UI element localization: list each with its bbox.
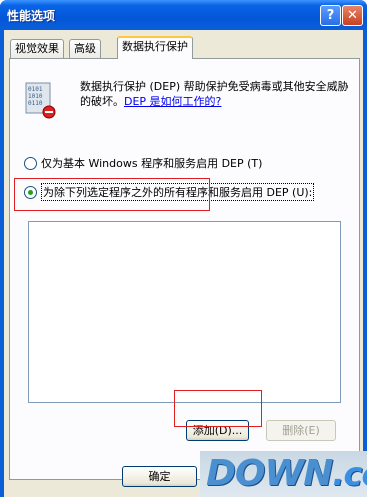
title-bar[interactable]: 性能选项 ? ✕ xyxy=(0,0,367,30)
window-title: 性能选项 xyxy=(7,9,56,23)
window-frame: 性能选项 ? ✕ 视觉效果 高级 数据执行保护 0101 1010 0110 数… xyxy=(0,0,367,497)
radio-essential-label[interactable]: 仅为基本 Windows 程序和服务启用 DEP (T) xyxy=(41,155,262,171)
help-button[interactable]: ? xyxy=(320,5,341,26)
svg-text:0110: 0110 xyxy=(28,100,43,107)
dialog-client: 视觉效果 高级 数据执行保护 0101 1010 0110 数据执行保护 (DE… xyxy=(4,30,363,497)
tab-advanced[interactable]: 高级 xyxy=(69,39,101,58)
dep-shield-icon: 0101 1010 0110 xyxy=(25,82,56,119)
dep-help-link[interactable]: DEP 是如何工作的? xyxy=(124,95,221,108)
site-watermark: DOWN.cc xyxy=(200,451,367,497)
svg-text:0101: 0101 xyxy=(28,86,43,93)
dep-description: 数据执行保护 (DEP) 帮助保护免受病毒或其他安全威胁的破坏。DEP 是如何工… xyxy=(80,79,352,109)
watermark-logo: DOWN.cc xyxy=(206,453,367,494)
exception-program-list[interactable] xyxy=(28,221,341,403)
tab-page-dep: 0101 1010 0110 数据执行保护 (DEP) 帮助保护免受病毒或其他安… xyxy=(9,58,360,480)
radio-essential-indicator[interactable] xyxy=(24,156,37,170)
remove-button[interactable]: 删除(E) xyxy=(266,420,336,441)
watermark-suffix: .cc xyxy=(332,455,367,493)
highlight-box-option xyxy=(14,178,210,211)
tab-dep[interactable]: 数据执行保护 xyxy=(117,36,193,59)
ok-button[interactable]: 确定 xyxy=(122,466,197,487)
radio-essential-only[interactable]: 仅为基本 Windows 程序和服务启用 DEP (T) xyxy=(24,155,262,171)
svg-text:1010: 1010 xyxy=(28,93,43,100)
tab-visual-effects[interactable]: 视觉效果 xyxy=(10,39,64,58)
highlight-box-add xyxy=(174,390,262,427)
close-button[interactable]: ✕ xyxy=(342,5,363,26)
watermark-main: DOWN xyxy=(206,453,333,494)
